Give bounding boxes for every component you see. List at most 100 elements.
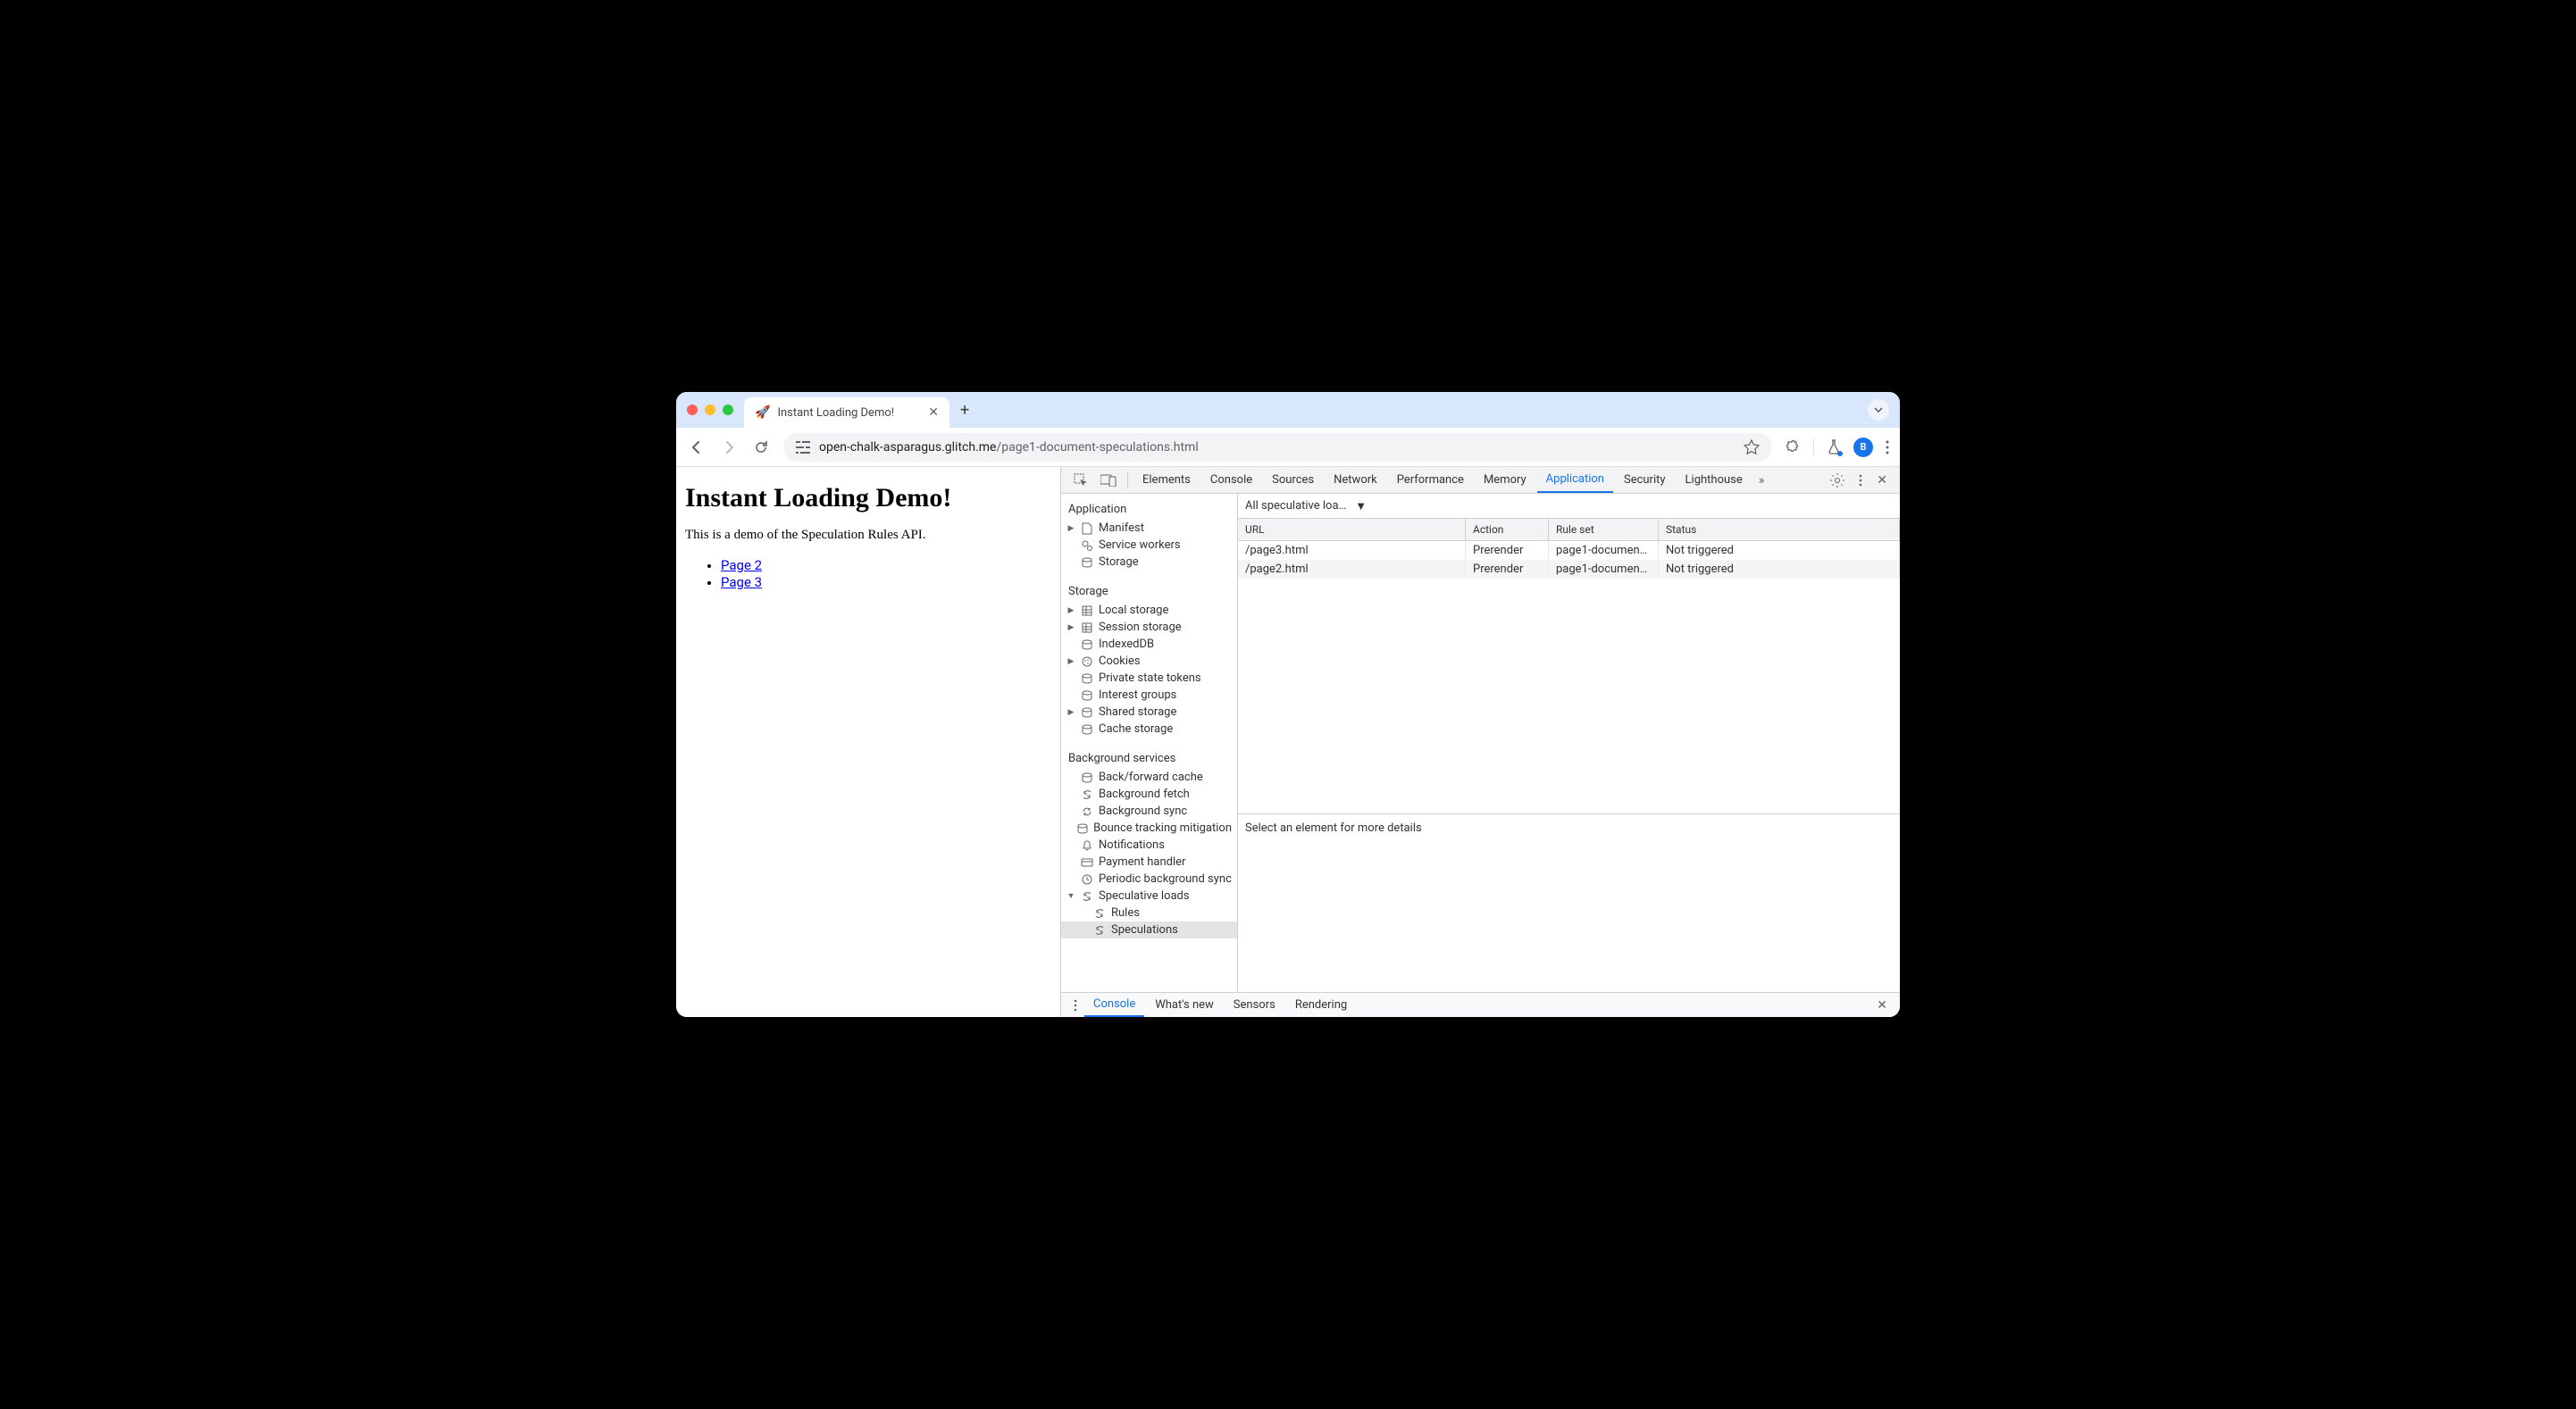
tab-memory[interactable]: Memory xyxy=(1475,467,1535,493)
column-url[interactable]: URL xyxy=(1238,519,1466,540)
sidebar-item-manifest[interactable]: ▶Manifest xyxy=(1061,520,1237,537)
sidebar-item-cache-storage[interactable]: Cache storage xyxy=(1061,721,1237,738)
toolbar-right: B xyxy=(1785,438,1889,457)
sidebar-item-service-workers[interactable]: Service workers xyxy=(1061,537,1237,554)
chevron-down-icon: ▼ xyxy=(1355,499,1367,513)
tab-sources[interactable]: Sources xyxy=(1263,467,1323,493)
sidebar-item-interest-groups[interactable]: Interest groups xyxy=(1061,687,1237,704)
devtools-tabs: Elements Console Sources Network Perform… xyxy=(1061,467,1900,494)
drawer-tab-console[interactable]: Console xyxy=(1084,993,1144,1017)
sidebar-item-private-tokens[interactable]: Private state tokens xyxy=(1061,670,1237,687)
close-tab-button[interactable]: ✕ xyxy=(928,405,939,420)
sidebar-item-session-storage[interactable]: ▶Session storage xyxy=(1061,619,1237,636)
sidebar-item-indexeddb[interactable]: IndexedDB xyxy=(1061,636,1237,653)
sidebar-item-storage[interactable]: Storage xyxy=(1061,554,1237,571)
devtools-close-button[interactable]: ✕ xyxy=(1871,473,1893,488)
drawer-tab-rendering[interactable]: Rendering xyxy=(1286,993,1356,1017)
page-link[interactable]: Page 2 xyxy=(721,557,762,573)
devtools-menu-button[interactable] xyxy=(1853,474,1868,487)
tab-application[interactable]: Application xyxy=(1537,467,1613,493)
page-link[interactable]: Page 3 xyxy=(721,574,762,590)
table-header: URL Action Rule set Status xyxy=(1238,519,1900,541)
reload-button[interactable] xyxy=(751,438,771,457)
inspect-icon xyxy=(1074,473,1088,488)
new-tab-button[interactable]: + xyxy=(960,401,969,420)
drawer-close-button[interactable]: ✕ xyxy=(1871,998,1893,1013)
drawer-tab-whatsnew[interactable]: What's new xyxy=(1146,993,1223,1017)
sidebar-item-speculations[interactable]: Speculations xyxy=(1061,921,1237,938)
tab-security[interactable]: Security xyxy=(1615,467,1675,493)
devtools-settings-button[interactable] xyxy=(1825,473,1850,488)
sync-icon xyxy=(1094,908,1105,919)
menu-button[interactable] xyxy=(1886,440,1889,454)
column-ruleset[interactable]: Rule set xyxy=(1549,519,1659,540)
tab-title: Instant Loading Demo! xyxy=(777,406,894,420)
table-row[interactable]: /page3.html Prerender page1-document-… N… xyxy=(1238,541,1900,560)
section-background: Background services xyxy=(1061,746,1237,769)
cell-status: Not triggered xyxy=(1659,560,1900,579)
table-icon xyxy=(1082,605,1092,616)
database-icon xyxy=(1082,639,1092,650)
cookie-icon xyxy=(1082,656,1092,667)
window-controls xyxy=(687,404,733,415)
sidebar-item-notifications[interactable]: Notifications xyxy=(1061,837,1237,854)
forward-button[interactable] xyxy=(719,438,739,457)
file-icon xyxy=(1082,522,1092,535)
tab-network[interactable]: Network xyxy=(1325,467,1386,493)
speculations-filter-dropdown[interactable]: All speculative loa… ▼ xyxy=(1245,499,1367,513)
tab-lighthouse[interactable]: Lighthouse xyxy=(1677,467,1752,493)
arrow-left-icon xyxy=(690,440,704,454)
inspect-element-button[interactable] xyxy=(1068,473,1093,488)
back-button[interactable] xyxy=(687,438,707,457)
cell-ruleset: page1-document-… xyxy=(1549,541,1659,560)
sidebar-item-payment[interactable]: Payment handler xyxy=(1061,854,1237,871)
browser-tab[interactable]: 🚀 Instant Loading Demo! ✕ xyxy=(744,397,949,428)
sidebar-item-bf-cache[interactable]: Back/forward cache xyxy=(1061,769,1237,786)
sidebar-item-cookies[interactable]: ▶Cookies xyxy=(1061,653,1237,670)
tab-performance[interactable]: Performance xyxy=(1388,467,1473,493)
database-icon xyxy=(1082,557,1092,568)
cell-url: /page3.html xyxy=(1238,541,1466,560)
gear-icon xyxy=(1830,473,1844,488)
speculations-table: URL Action Rule set Status /page3.html P… xyxy=(1238,519,1900,992)
kebab-icon xyxy=(1074,999,1077,1012)
bookmark-button[interactable] xyxy=(1744,439,1760,455)
sidebar-item-bg-fetch[interactable]: Background fetch xyxy=(1061,786,1237,803)
drawer-tab-sensors[interactable]: Sensors xyxy=(1225,993,1284,1017)
device-toolbar-button[interactable] xyxy=(1095,474,1122,487)
table-row[interactable]: /page2.html Prerender page1-document-… N… xyxy=(1238,560,1900,579)
drawer-menu-button[interactable] xyxy=(1068,999,1083,1012)
sidebar-item-shared-storage[interactable]: ▶Shared storage xyxy=(1061,704,1237,721)
sidebar-item-periodic-sync[interactable]: Periodic background sync xyxy=(1061,871,1237,888)
column-action[interactable]: Action xyxy=(1466,519,1549,540)
tabs-dropdown-button[interactable] xyxy=(1868,399,1889,421)
tab-console[interactable]: Console xyxy=(1201,467,1261,493)
tab-favicon: 🚀 xyxy=(755,405,770,420)
cell-url: /page2.html xyxy=(1238,560,1466,579)
site-settings-icon[interactable] xyxy=(796,441,810,454)
sidebar-item-bounce-tracking[interactable]: Bounce tracking mitigation xyxy=(1061,820,1237,837)
devtools-drawer: Console What's new Sensors Rendering ✕ xyxy=(1061,992,1900,1017)
sync-icon xyxy=(1082,891,1092,902)
arrow-right-icon xyxy=(722,440,736,454)
cell-action: Prerender xyxy=(1466,560,1549,579)
sidebar-item-bg-sync[interactable]: Background sync xyxy=(1061,803,1237,820)
sync-icon xyxy=(1082,806,1092,817)
tab-elements[interactable]: Elements xyxy=(1133,467,1200,493)
sidebar-item-rules[interactable]: Rules xyxy=(1061,905,1237,921)
url-bar[interactable]: open-chalk-asparagus.glitch.me/page1-doc… xyxy=(783,433,1772,462)
more-tabs-button[interactable]: » xyxy=(1753,473,1770,488)
extensions-button[interactable] xyxy=(1785,439,1801,455)
profile-avatar[interactable]: B xyxy=(1853,438,1873,457)
experiments-button[interactable] xyxy=(1827,439,1841,455)
sidebar-item-local-storage[interactable]: ▶Local storage xyxy=(1061,602,1237,619)
close-window-button[interactable] xyxy=(687,404,698,415)
star-icon xyxy=(1744,439,1760,455)
section-application: Application xyxy=(1061,497,1237,520)
sidebar-item-speculative-loads[interactable]: ▼Speculative loads xyxy=(1061,888,1237,905)
maximize-window-button[interactable] xyxy=(723,404,733,415)
reload-icon xyxy=(754,440,768,454)
column-status[interactable]: Status xyxy=(1659,519,1900,540)
minimize-window-button[interactable] xyxy=(705,404,715,415)
chevron-down-icon xyxy=(1874,407,1883,413)
